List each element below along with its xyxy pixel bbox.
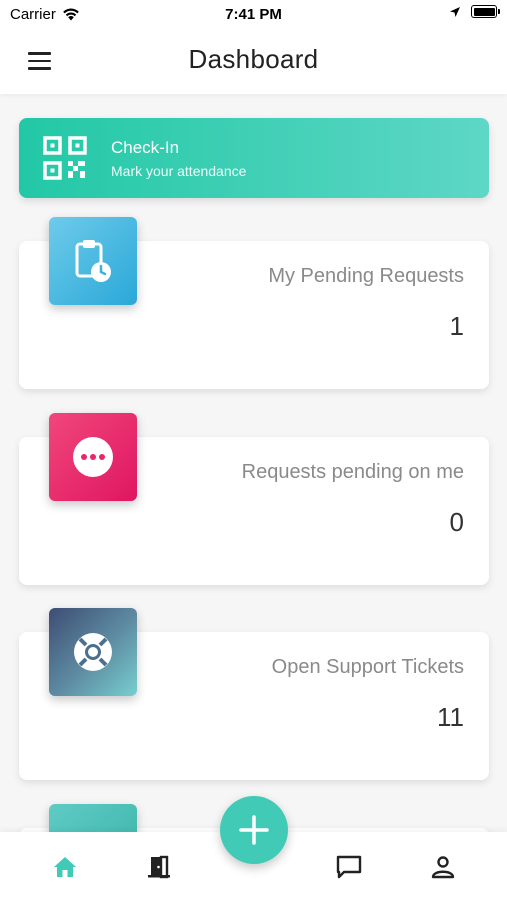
location-arrow-icon [450, 6, 460, 17]
qr-code-icon [43, 136, 87, 180]
user-icon [431, 856, 455, 879]
clipboard-clock-icon [75, 240, 111, 282]
plus-icon [239, 815, 269, 845]
battery-icon [471, 5, 500, 18]
card-count: 1 [449, 311, 464, 341]
checkin-subtitle: Mark your attendance [111, 163, 247, 179]
card-count: 0 [449, 507, 464, 537]
card-open-support-tickets[interactable]: Open Support Tickets 11 [19, 608, 489, 780]
card-label: Open Support Tickets [271, 656, 464, 678]
card-label: Requests pending on me [241, 461, 464, 483]
card-my-pending-requests[interactable]: My Pending Requests 1 [19, 217, 489, 389]
card-icon-tile [49, 608, 137, 696]
card-requests-pending-on-me[interactable]: Requests pending on me 0 [19, 413, 489, 585]
card-label: My Pending Requests [268, 265, 464, 287]
nav-leave[interactable] [144, 852, 174, 882]
nav-home[interactable] [50, 852, 80, 882]
door-icon [148, 855, 170, 879]
card-icon-tile [49, 217, 137, 305]
card-count: 11 [437, 702, 464, 732]
checkin-title: Check-In [111, 138, 180, 157]
more-dots-icon [73, 437, 113, 477]
page-title: Dashboard [188, 44, 319, 74]
status-right [449, 5, 500, 18]
card-icon-tile [49, 413, 137, 501]
home-icon [54, 857, 76, 877]
checkin-button[interactable]: Check-In Mark your attendance [19, 118, 489, 198]
app-header: Dashboard [0, 30, 507, 94]
lifebuoy-icon [74, 633, 112, 671]
chat-icon [336, 855, 362, 879]
add-button[interactable] [220, 796, 288, 864]
status-time: 7:41 PM [225, 6, 282, 23]
status-bar: Carrier 7:41 PM [0, 0, 507, 30]
nav-messages[interactable] [334, 852, 364, 882]
nav-profile[interactable] [428, 852, 458, 882]
